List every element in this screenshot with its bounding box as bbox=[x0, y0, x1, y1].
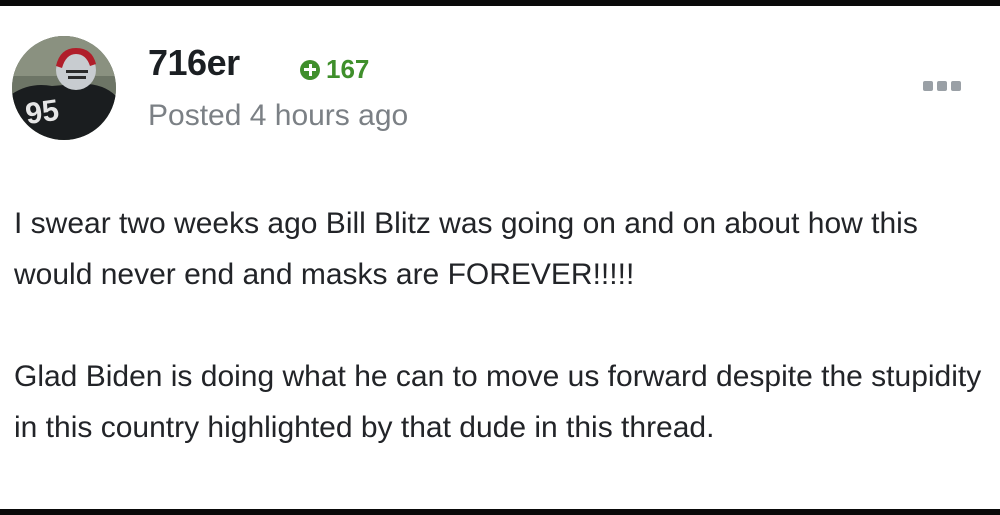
post-card: 95 716er 167 Posted 4 hours ago I swear … bbox=[0, 6, 1000, 509]
post-paragraph: I swear two weeks ago Bill Blitz was goi… bbox=[14, 207, 918, 291]
reputation-count: 167 bbox=[326, 54, 370, 84]
post-timestamp: Posted 4 hours ago bbox=[148, 99, 409, 132]
football-player-avatar-icon: 95 bbox=[12, 36, 116, 140]
author-avatar[interactable]: 95 bbox=[12, 36, 116, 140]
more-options-icon-dot bbox=[951, 81, 961, 91]
plus-icon bbox=[300, 59, 320, 80]
more-options-icon-dot bbox=[937, 81, 947, 91]
more-options-icon bbox=[923, 81, 933, 91]
post-body: I swear two weeks ago Bill Blitz was goi… bbox=[14, 198, 986, 453]
post-paragraph: Glad Biden is doing what he can to move … bbox=[14, 360, 982, 444]
svg-text:95: 95 bbox=[23, 94, 61, 131]
more-options-button[interactable] bbox=[918, 74, 966, 98]
reputation-badge[interactable]: 167 bbox=[300, 54, 369, 85]
author-username[interactable]: 716er bbox=[148, 42, 240, 84]
